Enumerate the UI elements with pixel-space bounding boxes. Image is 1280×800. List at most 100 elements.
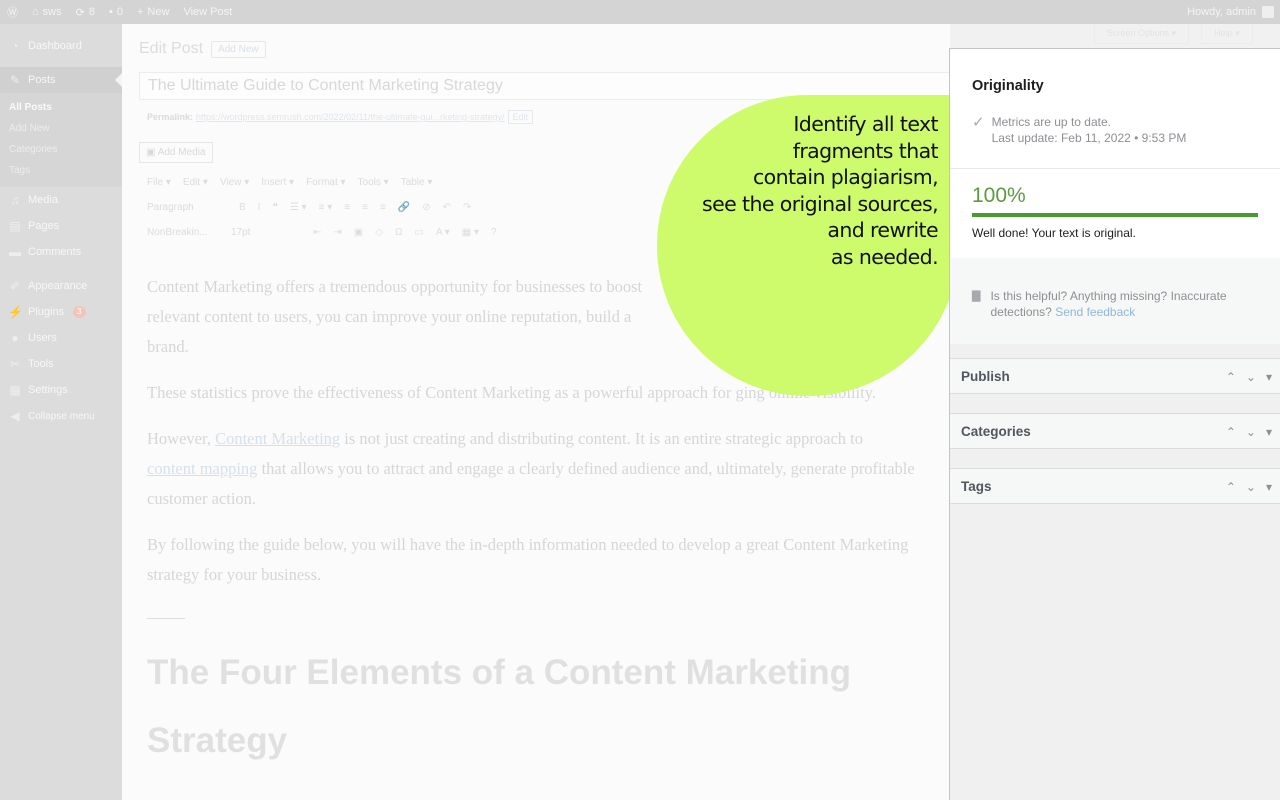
comments-count: 0 [116, 6, 123, 18]
menu-file[interactable]: File ▾ [147, 177, 171, 188]
sidebar-item-label: Users [28, 332, 57, 344]
comments-link[interactable]: ▪ 0 [102, 0, 130, 24]
checkmark-icon: ✓ [972, 114, 985, 131]
redo-icon[interactable]: ↷ [463, 202, 471, 213]
pin-icon: ✎ [9, 73, 21, 87]
plugins-update-badge: 3 [73, 306, 86, 318]
view-post-link[interactable]: View Post [176, 0, 239, 24]
help-icon[interactable]: ? [491, 227, 497, 238]
tags-box-title: Tags [961, 478, 992, 494]
view-post-label: View Post [183, 6, 233, 18]
new-content-link[interactable]: + New [130, 0, 176, 24]
paste-icon[interactable]: ▣ [354, 227, 363, 238]
paragraph: By following the guide below, you will h… [147, 535, 909, 584]
align-right-icon[interactable]: ≡ [380, 202, 386, 213]
text-color-icon[interactable]: A ▾ [436, 227, 450, 238]
paragraph-select[interactable]: Paragraph [147, 202, 227, 213]
score-message: Well done! Your text is original. [972, 226, 1136, 240]
sidebar-item-posts[interactable]: ✎ Posts [0, 67, 122, 93]
submenu-categories[interactable]: Categories [0, 139, 122, 160]
undo-icon[interactable]: ↶ [443, 202, 451, 213]
bullet-list-icon[interactable]: ☰ ▾ [290, 202, 307, 213]
sidebar-item-comments[interactable]: ▬ Comments [0, 239, 122, 265]
metrics-status: ✓ Metrics are up to date. Last update: F… [950, 94, 1280, 146]
toggle-arrow-icon[interactable]: ▾ [1266, 425, 1272, 439]
add-media-button[interactable]: ▣ Add Media [139, 142, 213, 163]
hr-icon[interactable]: ▭ [414, 227, 423, 238]
avatar [1262, 6, 1274, 18]
italic-icon[interactable]: I [258, 202, 261, 213]
menu-tools[interactable]: Tools ▾ [358, 177, 389, 188]
media-icon: ♫ [10, 193, 20, 207]
toggle-arrow-icon[interactable]: ▾ [1266, 370, 1272, 384]
menu-insert[interactable]: Insert ▾ [261, 177, 294, 188]
screen-options-button[interactable]: Screen Options ▾ [1094, 24, 1190, 44]
updates-link[interactable]: ⟳ 8 [69, 0, 102, 24]
unlink-icon[interactable]: ⊘ [422, 202, 430, 213]
chevron-up-icon[interactable]: ⌃ [1226, 425, 1236, 439]
categories-box-title: Categories [961, 423, 1031, 439]
link-icon[interactable]: 🔗 [398, 202, 410, 213]
chevron-up-icon[interactable]: ⌃ [1226, 370, 1236, 384]
menu-format[interactable]: Format ▾ [306, 177, 345, 188]
submenu-all-posts[interactable]: All Posts [0, 97, 122, 118]
admin-sidebar: ◔ Dashboard ✎ Posts All Posts Add New Cate… [0, 24, 122, 800]
collapse-icon: ◀ [10, 409, 20, 423]
account-menu[interactable]: Howdy, admin [1187, 6, 1280, 18]
tags-box[interactable]: Tags ⌃ ⌄ ▾ [950, 468, 1280, 504]
outdent-icon[interactable]: ⇤ [313, 227, 321, 238]
eraser-icon[interactable]: ◇ [375, 227, 383, 238]
categories-box[interactable]: Categories ⌃ ⌄ ▾ [950, 413, 1280, 449]
add-new-button[interactable]: Add New [211, 40, 266, 58]
last-update-text: Last update: Feb 11, 2022 • 9:53 PM [991, 130, 1187, 145]
speech-bubble-icon: ▇ [972, 290, 981, 302]
site-name-link[interactable]: ⌂ sws [25, 0, 69, 24]
permalink-url[interactable]: https://wordpress.semrush.com/2022/02/11… [196, 112, 504, 122]
metrics-status-text: Metrics are up to date. [991, 115, 1111, 129]
screen-options-bar: Screen Options ▾ Help ▾ [1094, 24, 1253, 44]
sidebar-item-plugins[interactable]: ⚡ Plugins 3 [0, 299, 122, 325]
sidebar-item-pages[interactable]: ▤ Pages [0, 213, 122, 239]
feedback-section: ▇ Is this helpful? Anything missing? Ina… [950, 258, 1280, 344]
send-feedback-link[interactable]: Send feedback [1055, 305, 1135, 319]
sidebar-item-dashboard[interactable]: ◔ Dashboard [0, 33, 122, 59]
chevron-up-icon[interactable]: ⌃ [1226, 480, 1236, 494]
originality-score: 100% Well done! Your text is original. [950, 169, 1280, 240]
page-title-text: Edit Post [139, 40, 204, 57]
menu-edit[interactable]: Edit ▾ [183, 177, 208, 188]
plus-icon: + [136, 6, 144, 18]
quote-icon[interactable]: ❝ [272, 202, 277, 213]
align-left-icon[interactable]: ≡ [344, 202, 350, 213]
sidebar-item-tools[interactable]: ✂ Tools [0, 351, 122, 377]
permalink-edit-button[interactable]: Edit [507, 110, 534, 124]
sidebar-collapse-menu[interactable]: ◀ Collapse menu [0, 403, 122, 429]
sidebar-item-settings[interactable]: ▦ Settings [0, 377, 122, 403]
submenu-tags[interactable]: Tags [0, 160, 122, 181]
indent-icon[interactable]: ⇥ [333, 227, 341, 238]
wrench-icon: ✂ [9, 357, 21, 371]
menu-table[interactable]: Table ▾ [401, 177, 433, 188]
table-icon[interactable]: ▦ ▾ [462, 227, 479, 238]
bold-icon[interactable]: B [239, 202, 246, 213]
wordpress-logo-icon[interactable]: Ⓦ [0, 0, 25, 24]
toggle-arrow-icon[interactable]: ▾ [1266, 480, 1272, 494]
chevron-down-icon[interactable]: ⌄ [1246, 480, 1256, 494]
omega-icon[interactable]: Ω [395, 227, 402, 238]
chevron-down-icon[interactable]: ⌄ [1246, 370, 1256, 384]
menu-view[interactable]: View ▾ [220, 177, 249, 188]
content-link[interactable]: content mapping [147, 459, 257, 478]
score-value: 100% [972, 184, 1026, 207]
sidebar-item-appearance[interactable]: ✐ Appearance [0, 273, 122, 299]
numbered-list-icon[interactable]: ≡ ▾ [319, 202, 333, 213]
content-link[interactable]: Content Marketing [215, 429, 340, 448]
font-select[interactable]: NonBreakin... [147, 227, 219, 238]
publish-box[interactable]: Publish ⌃ ⌄ ▾ [950, 358, 1280, 394]
align-center-icon[interactable]: ≡ [362, 202, 368, 213]
help-button[interactable]: Help ▾ [1201, 24, 1253, 44]
chevron-down-icon[interactable]: ⌄ [1246, 425, 1256, 439]
submenu-add-new[interactable]: Add New [0, 118, 122, 139]
font-size-select[interactable]: 17pt [231, 227, 301, 238]
sidebar-item-media[interactable]: ♫ Media [0, 187, 122, 213]
sidebar-item-users[interactable]: ● Users [0, 325, 122, 351]
score-progress-fill [972, 213, 1258, 217]
